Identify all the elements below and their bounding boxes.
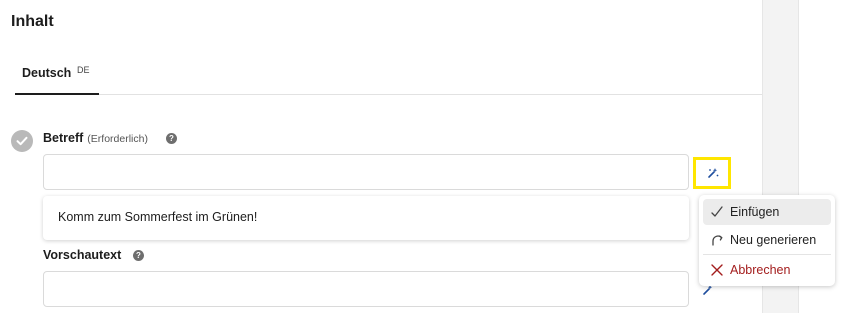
menu-item-insert[interactable]: Einfügen [703,199,831,225]
language-tabs: Deutsch DE [15,54,762,95]
question-icon[interactable]: ? [133,250,144,261]
magic-wand-icon [708,168,719,178]
close-icon [711,264,723,276]
suggestion-text: Komm zum Sommerfest im Grünen! [58,210,258,224]
tab-label: Deutsch [22,66,72,80]
subject-label-text: Betreff [43,131,84,145]
check-icon [711,206,723,217]
subject-input[interactable] [43,154,689,190]
tab-deutsch[interactable]: Deutsch DE [15,54,99,95]
field-complete-check-icon [11,130,33,152]
menu-item-regenerate[interactable]: Neu generieren [703,227,831,253]
section-title: Inhalt [11,13,54,30]
subject-label: Betreff (Erforderlich) [43,131,148,145]
menu-item-label: Einfügen [730,205,780,219]
ai-suggestion-preview: Komm zum Sommerfest im Grünen! [43,196,689,240]
preview-label: Vorschautext [43,248,122,262]
required-note: (Erforderlich) [87,133,148,145]
content-panel: Inhalt Deutsch DE Betreff (Erforderlich) … [0,0,762,313]
menu-item-label: Abbrechen [730,263,791,277]
editor-root: Inhalt Deutsch DE Betreff (Erforderlich) … [0,0,841,313]
refresh-icon [712,235,723,246]
preview-input[interactable] [43,271,689,307]
menu-item-cancel[interactable]: Abbrechen [703,257,831,283]
tab-language-code: DE [77,65,90,75]
ai-generate-button[interactable] [693,157,731,189]
menu-divider [703,254,831,255]
menu-item-label: Neu generieren [730,233,817,247]
ai-action-menu: Einfügen Neu generieren Abbrechen [699,195,835,286]
question-icon[interactable]: ? [166,133,177,144]
